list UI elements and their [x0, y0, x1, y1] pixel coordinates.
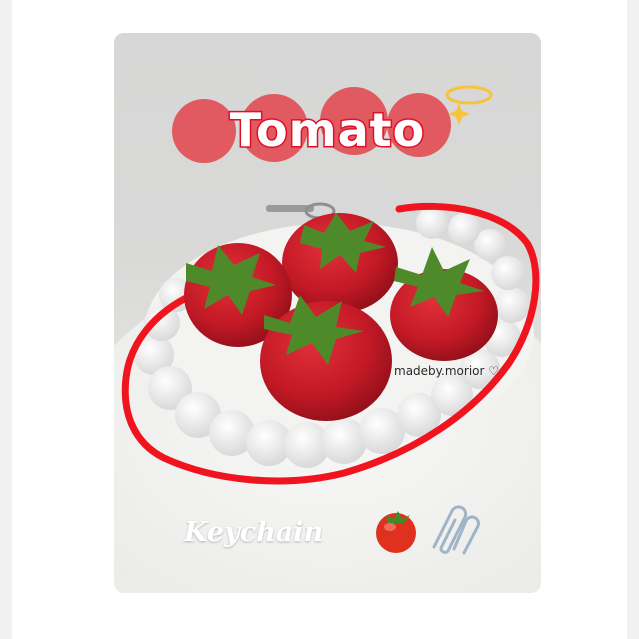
maker-credit: madeby.morior ♡ [394, 364, 500, 378]
product-caption: Keychain [184, 517, 324, 548]
left-margin [0, 0, 12, 639]
post-title: Tomato [228, 102, 426, 159]
product-photo: Tomato madeby.morior ♡ Keychain [114, 33, 541, 593]
right-margin [627, 0, 639, 639]
post-canvas: Tomato madeby.morior ♡ Keychain [0, 0, 639, 639]
